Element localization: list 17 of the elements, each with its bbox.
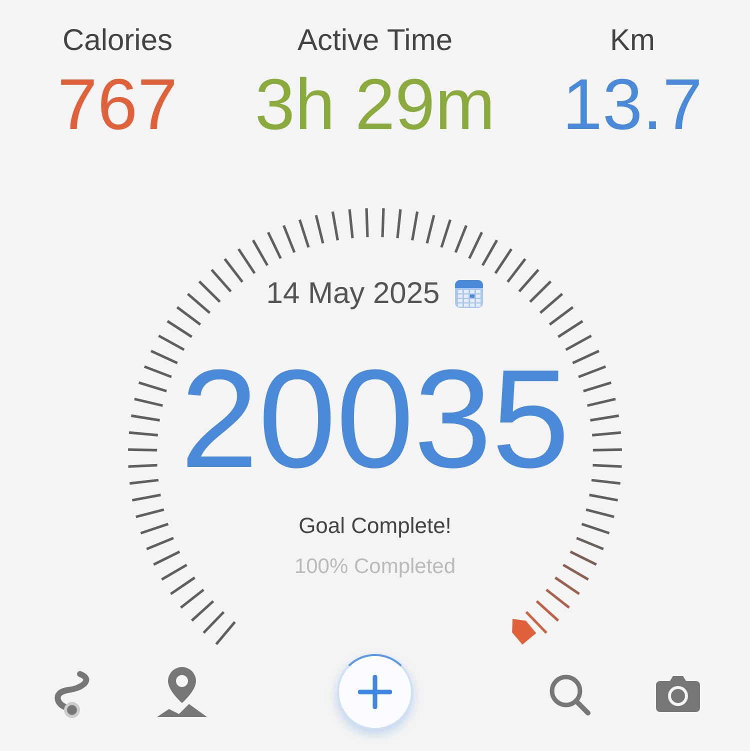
progress-text: 100% Completed — [294, 555, 456, 580]
stat-label: Km — [610, 24, 655, 58]
stat-value: 13.7 — [562, 66, 703, 146]
camera-icon[interactable] — [655, 675, 701, 714]
map-pin-icon[interactable] — [155, 665, 209, 720]
calendar-icon[interactable] — [454, 279, 484, 310]
date-label: 14 May 2025 — [266, 277, 440, 312]
search-icon[interactable] — [548, 673, 592, 718]
stat-label: Calories — [62, 24, 173, 58]
stat-value: 3h 29m — [254, 66, 496, 146]
progress-marker — [512, 619, 536, 645]
step-count: 20035 — [180, 349, 570, 490]
stat-value: 767 — [57, 66, 178, 146]
plus-icon — [358, 675, 392, 710]
goal-message: Goal Complete! — [298, 513, 452, 540]
add-button[interactable] — [337, 654, 413, 730]
stat-label: Active Time — [297, 24, 453, 58]
